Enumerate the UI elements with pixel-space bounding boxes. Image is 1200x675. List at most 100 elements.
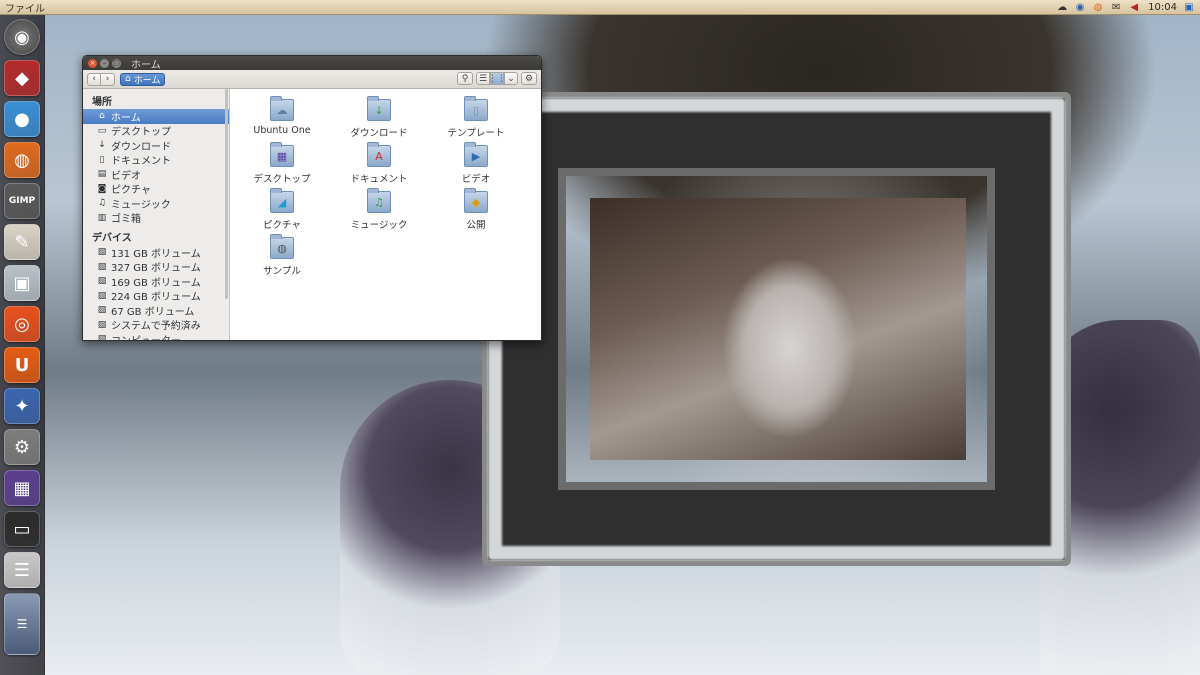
sidebar-place-4[interactable]: ▤ ビデオ xyxy=(83,167,229,182)
folder-item[interactable]: ♫ ミュージック xyxy=(333,188,425,231)
system-utility-icon[interactable]: ✦ xyxy=(4,388,40,424)
toolbar: ‹ › ⌂ ホーム ⚲ ☰ ⋮⋮ ⌄ ⚙ xyxy=(83,70,541,89)
folder-item[interactable]: ↓ ダウンロード xyxy=(333,96,425,139)
folder-icon: ◍ xyxy=(270,234,294,259)
window-titlebar[interactable]: × – □ ホーム xyxy=(83,56,541,71)
folder-item[interactable]: ◍ サンプル xyxy=(236,234,328,277)
app-blue-shield-icon[interactable]: ◆ xyxy=(4,60,40,96)
folder-icon: ◆ xyxy=(464,188,488,213)
sidebar-place-6[interactable]: ♫ ミュージック xyxy=(83,196,229,211)
sidebar-devices-list: ▧ 131 GB ボリューム ▧ 327 GB ボリューム ▧ 169 GB ボリューム ▧… xyxy=(83,245,229,340)
folder-icon: ◢ xyxy=(270,188,294,213)
sidebar-device-icon: ▧ xyxy=(97,247,107,258)
clock[interactable]: 10:04 xyxy=(1148,2,1177,13)
toolbar-right: ⚲ ☰ ⋮⋮ ⌄ ⚙ xyxy=(457,72,537,85)
sidebar-device-2[interactable]: ▧ 169 GB ボリューム xyxy=(83,274,229,289)
gimp-icon[interactable]: GIMP xyxy=(4,183,40,219)
sidebar-place-icon: ▯ xyxy=(99,154,105,165)
close-button[interactable]: × xyxy=(88,58,97,68)
folder-item[interactable]: ▶ ビデオ xyxy=(430,142,522,185)
cloud-icon[interactable]: ☁ xyxy=(1056,2,1068,13)
sidebar-device-6[interactable]: ▧ コンピューター xyxy=(83,332,229,340)
sidebar-device-icon: ▧ xyxy=(97,305,107,316)
sidebar-place-icon: ▭ xyxy=(97,125,107,136)
sidebar-place-label: ミュージック xyxy=(111,199,171,211)
file-grid: ☁ Ubuntu One ↓ ダウンロード ▯ テンプレート ▦ デスクトップ A ドキュメント ▶… xyxy=(230,89,541,340)
dash-home-icon[interactable]: ◉ xyxy=(4,19,40,55)
sidebar-device-4[interactable]: ▧ 67 GB ボリューム xyxy=(83,303,229,318)
forward-button[interactable]: › xyxy=(101,72,115,86)
sidebar-place-label: ドキュメント xyxy=(111,156,171,168)
sidebar-place-label: ゴミ箱 xyxy=(111,214,141,226)
photo-viewer-icon[interactable]: ▣ xyxy=(4,265,40,301)
sidebar-device-3[interactable]: ▧ 224 GB ボリューム xyxy=(83,289,229,304)
sidebar: 場所 ⌂ ホーム ▭ デスクトップ ↓ ダウンロード ▯ ドキュメント ▤ ビデオ ◙ ピクチャ ♫ ミュ… xyxy=(83,89,230,340)
folder-item[interactable]: ◢ ピクチャ xyxy=(236,188,328,231)
sidebar-device-0[interactable]: ▧ 131 GB ボリューム xyxy=(83,245,229,260)
folder-icon: ▯ xyxy=(464,96,488,121)
mail-icon[interactable]: ✉ xyxy=(1110,2,1122,13)
sidebar-place-2[interactable]: ↓ ダウンロード xyxy=(83,138,229,153)
sidebar-device-1[interactable]: ▧ 327 GB ボリューム xyxy=(83,260,229,275)
maximize-button[interactable]: □ xyxy=(112,58,121,68)
system-monitor-icon[interactable]: ☰ xyxy=(4,552,40,588)
volume-icon[interactable]: ◀ xyxy=(1128,2,1140,13)
sidebar-place-0[interactable]: ⌂ ホーム xyxy=(83,109,229,124)
app-menu-file[interactable]: ファイル xyxy=(5,0,45,15)
sidebar-device-label: 131 GB ボリューム xyxy=(111,248,201,260)
sidebar-place-label: ビデオ xyxy=(111,170,141,182)
folder-icon: ▦ xyxy=(270,142,294,167)
trash-icon[interactable]: ☰ xyxy=(4,593,40,655)
grid-view-button[interactable]: ⋮⋮ xyxy=(488,72,506,85)
sidebar-places-header: 場所 xyxy=(92,97,112,108)
sidebar-device-5[interactable]: ▧ システムで予約済み xyxy=(83,318,229,333)
firefox-icon[interactable]: ◉ xyxy=(1074,2,1086,13)
firefox-icon[interactable]: ◍ xyxy=(4,142,40,178)
sidebar-devices-header: デバイス xyxy=(92,233,132,244)
window-body: 場所 ⌂ ホーム ▭ デスクトップ ↓ ダウンロード ▯ ドキュメント ▤ ビデオ ◙ ピクチャ ♫ ミュ… xyxy=(83,89,541,340)
folder-label: ビデオ xyxy=(461,174,491,185)
settings-button[interactable]: ⚙ xyxy=(521,72,537,85)
sidebar-place-5[interactable]: ◙ ピクチャ xyxy=(83,182,229,197)
chevron-down-icon: ⌄ xyxy=(507,73,515,84)
folder-label: 公開 xyxy=(466,220,486,231)
file-manager-window: × – □ ホーム ‹ › ⌂ ホーム ⚲ ☰ ⋮⋮ ⌄ ⚙ 場所 ⌂ ホーム ▭ デ… xyxy=(82,55,542,341)
list-icon: ☰ xyxy=(478,73,488,84)
sidebar-place-7[interactable]: ▥ ゴミ箱 xyxy=(83,211,229,226)
system-tray: ☁ ◉ ◍ ✉ ◀ 10:04 ▣ xyxy=(1056,0,1195,15)
update-icon[interactable]: ◍ xyxy=(1092,2,1104,13)
sidebar-device-icon: ▧ xyxy=(97,276,107,287)
folder-icon: ↓ xyxy=(367,96,391,121)
sidebar-device-label: コンピューター xyxy=(111,332,181,340)
back-button[interactable]: ‹ xyxy=(87,72,101,86)
folder-item[interactable]: ▦ デスクトップ xyxy=(236,142,328,185)
folder-item[interactable]: A ドキュメント xyxy=(333,142,425,185)
settings-gear-icon[interactable]: ⚙ xyxy=(4,429,40,465)
ubuntu-one-icon[interactable]: U xyxy=(4,347,40,383)
chromium-icon[interactable]: ● xyxy=(4,101,40,137)
view-mode-group: ☰ ⋮⋮ ⌄ xyxy=(476,72,518,85)
path-bar-home[interactable]: ⌂ ホーム xyxy=(120,72,166,86)
folder-item[interactable]: ☁ Ubuntu One xyxy=(236,96,328,136)
search-button[interactable]: ⚲ xyxy=(457,72,473,85)
disc-burner-icon[interactable]: ◎ xyxy=(4,306,40,342)
sidebar-place-icon: ♫ xyxy=(97,198,107,209)
sidebar-place-icon: ↓ xyxy=(98,140,106,151)
folder-item[interactable]: ▯ テンプレート xyxy=(430,96,522,139)
view-options-button[interactable]: ⌄ xyxy=(504,72,518,85)
sidebar-place-3[interactable]: ▯ ドキュメント xyxy=(83,153,229,168)
sidebar-place-icon: ▥ xyxy=(97,212,107,223)
chevron-left-icon: ‹ xyxy=(92,74,96,84)
text-editor-icon[interactable]: ✎ xyxy=(4,224,40,260)
minimize-button[interactable]: – xyxy=(100,58,109,68)
wallpaper-icon[interactable]: ▦ xyxy=(4,470,40,506)
terminal-icon[interactable]: ▭ xyxy=(4,511,40,547)
sidebar-scrollbar[interactable] xyxy=(225,89,228,299)
sidebar-device-label: システムで予約済み xyxy=(111,321,201,333)
network-icon[interactable]: ▣ xyxy=(1183,2,1195,13)
folder-item[interactable]: ◆ 公開 xyxy=(430,188,522,231)
sidebar-device-label: 67 GB ボリューム xyxy=(111,306,195,318)
sidebar-place-1[interactable]: ▭ デスクトップ xyxy=(83,124,229,139)
gear-icon: ⚙ xyxy=(524,73,534,84)
folder-label: サンプル xyxy=(263,266,301,277)
